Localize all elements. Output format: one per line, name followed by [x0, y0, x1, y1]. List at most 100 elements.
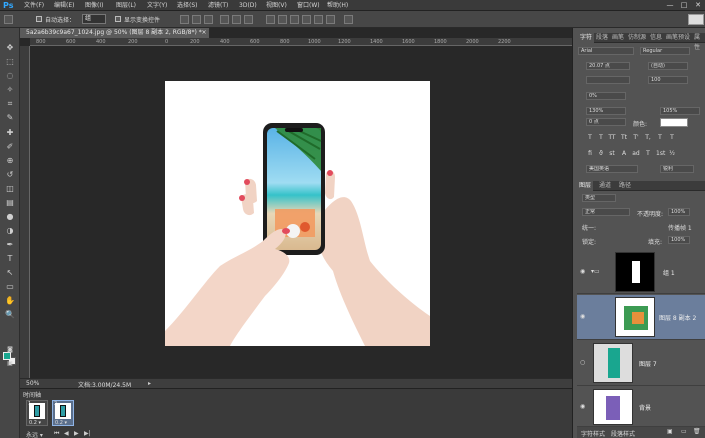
fractions-button[interactable]: ½	[668, 150, 676, 158]
tab-channels[interactable]: 通道	[597, 181, 613, 191]
kerning-field[interactable]	[586, 76, 630, 84]
healing-icon[interactable]: ✚	[4, 127, 16, 138]
close-window-button[interactable]: ✕	[692, 1, 704, 10]
align-vcenter-icon[interactable]	[192, 15, 201, 24]
close-document-icon[interactable]: ×	[200, 28, 208, 38]
blur-icon[interactable]: ●	[4, 211, 16, 222]
tab-layers[interactable]: 图层	[577, 181, 594, 191]
align-hcenter-icon[interactable]	[232, 15, 241, 24]
quick-select-icon[interactable]: ✧	[4, 84, 16, 95]
visibility-eye-icon[interactable]: ◉	[580, 313, 585, 320]
fill-field[interactable]: 100%	[668, 236, 690, 244]
propagate-frame-label[interactable]: 传播帧 1	[668, 223, 692, 232]
pen-icon[interactable]: ✒	[4, 239, 16, 250]
loop-options[interactable]: 永远 ▾	[26, 430, 43, 438]
type-icon[interactable]: T	[4, 253, 16, 264]
frame-delay[interactable]: 0.2 ▾	[55, 420, 67, 426]
align-right-icon[interactable]	[244, 15, 253, 24]
menu-help[interactable]: 帮助(H)	[327, 1, 348, 10]
menu-file[interactable]: 文件(F)	[24, 1, 44, 10]
minimize-button[interactable]: —	[664, 1, 676, 10]
move-tool-icon[interactable]: ✥	[4, 42, 16, 53]
status-menu-icon[interactable]: ▸	[148, 380, 151, 387]
titling-alt-button[interactable]: T	[644, 150, 652, 158]
menu-view[interactable]: 视图(V)	[266, 1, 287, 10]
zoom-icon[interactable]: 🔍	[4, 309, 16, 320]
superscript-button[interactable]: T'	[632, 134, 640, 142]
menu-3d[interactable]: 3D(D)	[239, 1, 257, 10]
distribute-top-icon[interactable]	[266, 15, 275, 24]
layer-row[interactable]: ◉ 背景	[577, 387, 705, 427]
frame-delay[interactable]: 0.2 ▾	[29, 420, 41, 426]
horizontal-scale-field[interactable]: 130%	[586, 107, 626, 115]
contextual-alt-button[interactable]: ϑ	[597, 150, 605, 158]
menu-image[interactable]: 图像(I)	[85, 1, 103, 10]
first-frame-icon[interactable]: ⏮	[54, 430, 59, 438]
faux-bold-button[interactable]: T	[586, 134, 594, 142]
tab-info[interactable]: 信息	[648, 33, 664, 43]
opacity-field[interactable]: 100%	[668, 208, 690, 216]
crop-icon[interactable]: ⌗	[4, 98, 16, 109]
tab-brush-presets[interactable]: 画笔预设	[664, 33, 692, 43]
layer-row[interactable]: ○ 图层 7	[577, 341, 705, 386]
strikethrough-button[interactable]: T	[668, 134, 676, 142]
visibility-eye-icon[interactable]: ○	[580, 359, 585, 366]
auto-select-checkbox[interactable]	[36, 16, 42, 22]
hand-icon[interactable]: ✋	[4, 295, 16, 306]
eraser-icon[interactable]: ◫	[4, 183, 16, 194]
discretionary-ligature-button[interactable]: st	[608, 150, 616, 158]
tab-paths[interactable]: 路径	[617, 181, 633, 191]
trash-icon[interactable]: 🗑	[693, 428, 701, 435]
shape-icon[interactable]: ▭	[4, 281, 16, 292]
zoom-level[interactable]: 50%	[26, 380, 39, 387]
menu-select[interactable]: 选择(S)	[177, 1, 198, 10]
move-tool-preset-icon[interactable]	[4, 15, 13, 24]
align-bottom-icon[interactable]	[204, 15, 213, 24]
leading-field[interactable]: (自动)	[648, 62, 688, 70]
font-style-select[interactable]: Regular	[640, 47, 690, 55]
tsume-field[interactable]: 0%	[586, 92, 626, 100]
menu-edit[interactable]: 编辑(E)	[54, 1, 74, 10]
tracking-field[interactable]: 100	[648, 76, 688, 84]
lasso-icon[interactable]: ◌	[4, 70, 16, 81]
baseline-shift-field[interactable]: 0 点	[586, 118, 626, 126]
faux-italic-button[interactable]: T	[597, 134, 605, 142]
layer-row[interactable]: ◉ ▾▭ 组 1	[577, 250, 705, 294]
marquee-icon[interactable]: ⬚	[4, 56, 16, 67]
text-color-swatch[interactable]	[660, 118, 688, 127]
dodge-icon[interactable]: ◑	[4, 225, 16, 236]
maximize-button[interactable]: □	[678, 1, 690, 10]
small-caps-button[interactable]: Tt	[620, 134, 628, 142]
gradient-icon[interactable]: ▤	[4, 197, 16, 208]
distribute-vcenter-icon[interactable]	[278, 15, 287, 24]
folder-icon[interactable]: ▭	[681, 428, 687, 435]
stamp-icon[interactable]: ⊕	[4, 155, 16, 166]
next-frame-icon[interactable]: ▶|	[84, 430, 91, 437]
underline-button[interactable]: T	[656, 134, 664, 142]
show-transform-checkbox[interactable]	[115, 16, 121, 22]
layer-name[interactable]: 图层 7	[639, 359, 657, 368]
tab-clone-source[interactable]: 仿制源	[626, 33, 648, 43]
distribute-right-icon[interactable]	[326, 15, 335, 24]
vertical-scale-field[interactable]: 105%	[660, 107, 700, 115]
antialias-select[interactable]: 锐利	[660, 165, 694, 173]
language-select[interactable]: 美国英语	[586, 165, 638, 173]
tab-character[interactable]: 字符	[578, 33, 595, 43]
swash-button[interactable]: A	[620, 150, 628, 158]
menu-window[interactable]: 窗口(W)	[297, 1, 320, 10]
tab-paragraph-styles[interactable]: 段落样式	[611, 429, 635, 438]
visibility-eye-icon[interactable]: ◉	[580, 403, 585, 410]
auto-align-icon[interactable]	[344, 15, 353, 24]
timeline-frame-selected[interactable]: 2 0.2 ▾	[52, 400, 74, 426]
new-layer-icon[interactable]: ▣	[667, 428, 673, 435]
menu-type[interactable]: 文字(Y)	[147, 1, 167, 10]
blend-mode-select[interactable]: 正常	[582, 208, 630, 216]
tab-paragraph[interactable]: 段落	[594, 33, 610, 43]
play-icon[interactable]: ▶	[74, 430, 79, 437]
distribute-left-icon[interactable]	[302, 15, 311, 24]
stylistic-alt-button[interactable]: ad	[632, 150, 640, 158]
subscript-button[interactable]: T,	[644, 134, 652, 142]
layer-filter-select[interactable]: 类型	[582, 194, 616, 202]
align-top-icon[interactable]	[180, 15, 189, 24]
layer-name[interactable]: 组 1	[663, 268, 675, 277]
